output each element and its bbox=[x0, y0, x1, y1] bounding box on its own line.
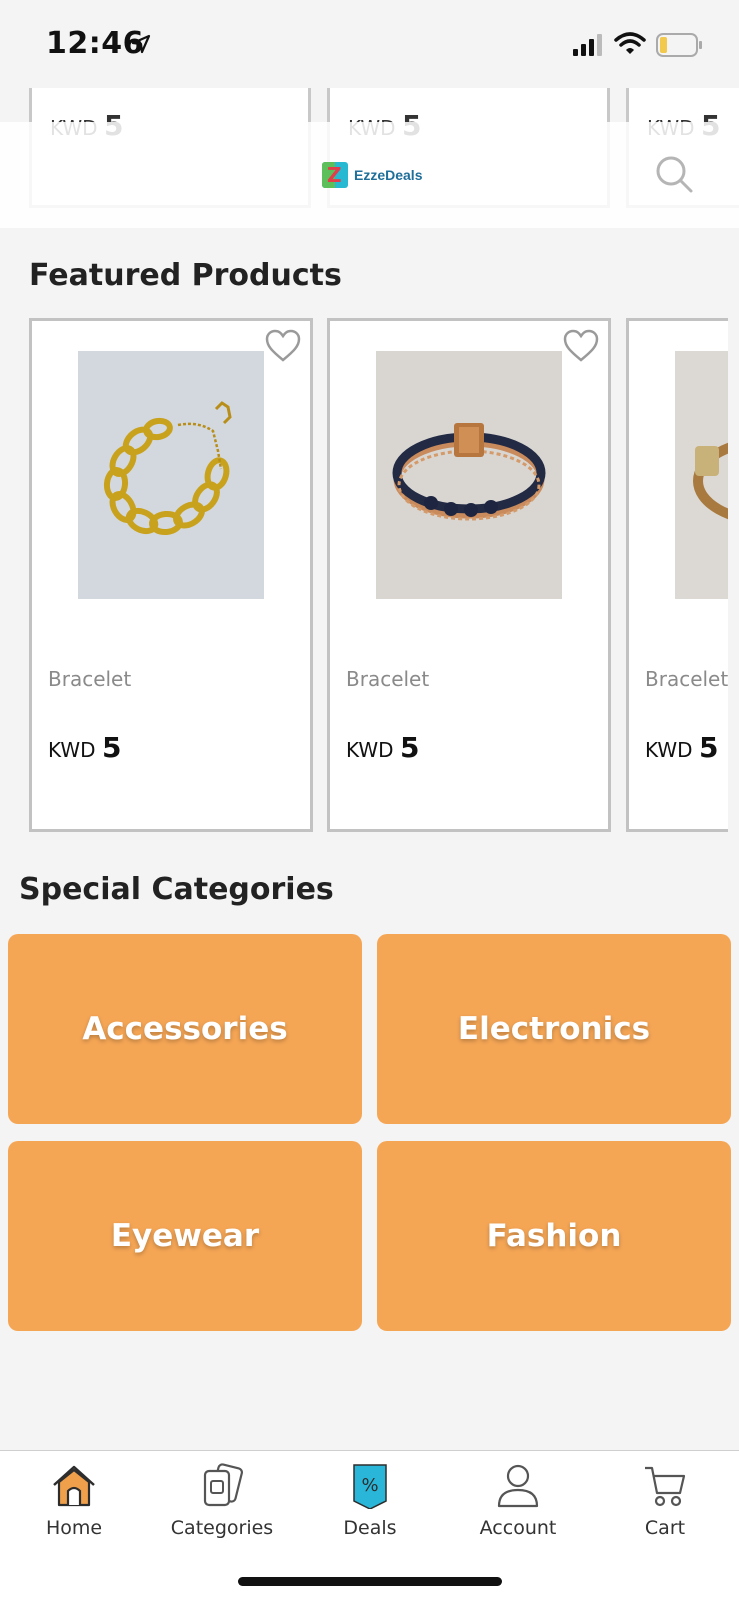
heart-icon[interactable] bbox=[562, 329, 600, 363]
svg-text:%: % bbox=[361, 1475, 378, 1496]
currency: KWD bbox=[645, 738, 693, 762]
featured-products-title: Featured Products bbox=[29, 258, 342, 293]
heart-icon[interactable] bbox=[264, 329, 302, 363]
tab-label: Home bbox=[45, 1517, 103, 1539]
category-label: Electronics bbox=[457, 1011, 651, 1047]
category-fashion[interactable]: Fashion bbox=[377, 1141, 731, 1331]
location-arrow-icon bbox=[131, 34, 151, 54]
product-name: Bracelet bbox=[346, 667, 430, 691]
category-accessories[interactable]: Accessories bbox=[8, 934, 362, 1124]
category-label: Eyewear bbox=[110, 1218, 260, 1254]
category-eyewear[interactable]: Eyewear bbox=[8, 1141, 362, 1331]
cellular-signal-icon bbox=[573, 34, 602, 56]
account-icon bbox=[497, 1464, 539, 1508]
categories-icon bbox=[203, 1463, 244, 1507]
home-icon bbox=[53, 1465, 95, 1507]
price: 5 bbox=[399, 731, 420, 764]
search-icon[interactable] bbox=[652, 152, 696, 196]
battery-icon bbox=[656, 33, 702, 57]
tab-label: Cart bbox=[644, 1517, 686, 1539]
tab-deals[interactable]: % Deals bbox=[296, 1463, 444, 1563]
currency: KWD bbox=[48, 738, 96, 762]
tab-label: Account bbox=[479, 1517, 557, 1539]
category-label: Accessories bbox=[82, 1011, 288, 1047]
wifi-icon bbox=[614, 32, 646, 54]
brand-name: EzzeDeals bbox=[354, 167, 423, 183]
product-card[interactable]: Bracelet KWD 5 bbox=[626, 318, 728, 832]
deals-icon: % bbox=[353, 1464, 387, 1509]
featured-products-list[interactable]: Bracelet KWD 5 Bracelet KWD 5 Bracelet K… bbox=[0, 318, 728, 832]
price: 5 bbox=[101, 731, 122, 764]
home-indicator bbox=[238, 1577, 502, 1586]
category-electronics[interactable]: Electronics bbox=[377, 934, 731, 1124]
tab-account[interactable]: Account bbox=[444, 1463, 592, 1563]
status-time: 12:46 bbox=[46, 26, 144, 61]
tab-label: Deals bbox=[343, 1517, 397, 1539]
status-bar: 12:46 bbox=[0, 0, 739, 88]
cart-icon bbox=[645, 1466, 686, 1507]
brand-logo[interactable]: EzzeDeals bbox=[322, 162, 422, 188]
app-header: EzzeDeals bbox=[0, 122, 739, 228]
product-image[interactable] bbox=[675, 351, 728, 599]
product-card[interactable]: Bracelet KWD 5 bbox=[29, 318, 313, 832]
currency: KWD bbox=[346, 738, 394, 762]
tab-label: Categories bbox=[170, 1517, 274, 1539]
logo-icon bbox=[322, 162, 348, 188]
tab-cart[interactable]: Cart bbox=[591, 1463, 739, 1563]
product-card[interactable]: Bracelet KWD 5 bbox=[327, 318, 611, 832]
product-name: Bracelet bbox=[48, 667, 132, 691]
tab-categories[interactable]: Categories bbox=[148, 1463, 296, 1563]
product-image[interactable] bbox=[376, 351, 562, 599]
category-label: Fashion bbox=[486, 1218, 622, 1254]
product-image[interactable] bbox=[78, 351, 264, 599]
tab-home[interactable]: Home bbox=[0, 1463, 148, 1563]
product-name: Bracelet bbox=[645, 667, 728, 691]
price: 5 bbox=[698, 731, 719, 764]
special-categories-title: Special Categories bbox=[19, 872, 334, 907]
